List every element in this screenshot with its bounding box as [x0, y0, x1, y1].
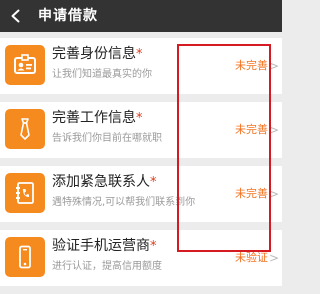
- back-button[interactable]: [0, 0, 32, 32]
- required-mark: *: [150, 239, 157, 254]
- application-steps-list: 完善身份信息* 让我们知道最真实的你 未完善 > 完善工作信息* 告诉我们你目前…: [0, 38, 282, 294]
- list-item-carrier-verification[interactable]: 验证手机运营商* 进行认证，提高信用额度 未验证 >: [0, 230, 282, 286]
- list-item-identity-info[interactable]: 完善身份信息* 让我们知道最真实的你 未完善 >: [0, 38, 282, 94]
- required-mark: *: [150, 175, 157, 190]
- chevron-right-icon: >: [268, 251, 279, 265]
- item-subtitle: 让我们知道最真实的你: [52, 69, 152, 80]
- required-mark: *: [136, 47, 143, 62]
- chevron-right-icon: >: [268, 59, 279, 73]
- item-subtitle: 进行认证，提高信用额度: [52, 261, 162, 272]
- chevron-right-icon: >: [268, 187, 279, 201]
- chevron-right-icon: >: [268, 123, 279, 137]
- list-item-emergency-contact[interactable]: 添加紧急联系人* 遇特殊情况,可以帮我们联系到你 未完善 >: [0, 166, 282, 222]
- page-title: 申请借款: [38, 8, 98, 24]
- status-label: 未完善: [235, 59, 268, 72]
- contact-book-icon: [5, 173, 45, 213]
- item-label: 完善工作信息*: [52, 110, 143, 126]
- chevron-left-icon: [11, 9, 20, 23]
- mobile-phone-icon: [5, 237, 45, 277]
- item-subtitle: 告诉我们你目前在哪就职: [52, 133, 162, 144]
- item-subtitle: 遇特殊情况,可以帮我们联系到你: [52, 197, 196, 208]
- item-label: 完善身份信息*: [52, 46, 143, 62]
- app-header: 申请借款: [0, 0, 282, 32]
- status-label: 未完善: [235, 187, 268, 200]
- item-label: 验证手机运营商*: [52, 238, 157, 254]
- required-mark: *: [136, 111, 143, 126]
- list-item-work-info[interactable]: 完善工作信息* 告诉我们你目前在哪就职 未完善 >: [0, 102, 282, 158]
- necktie-icon: [5, 109, 45, 149]
- status-label: 未验证: [235, 251, 268, 264]
- id-card-icon: [5, 45, 45, 85]
- item-label: 添加紧急联系人*: [52, 174, 157, 190]
- status-label: 未完善: [235, 123, 268, 136]
